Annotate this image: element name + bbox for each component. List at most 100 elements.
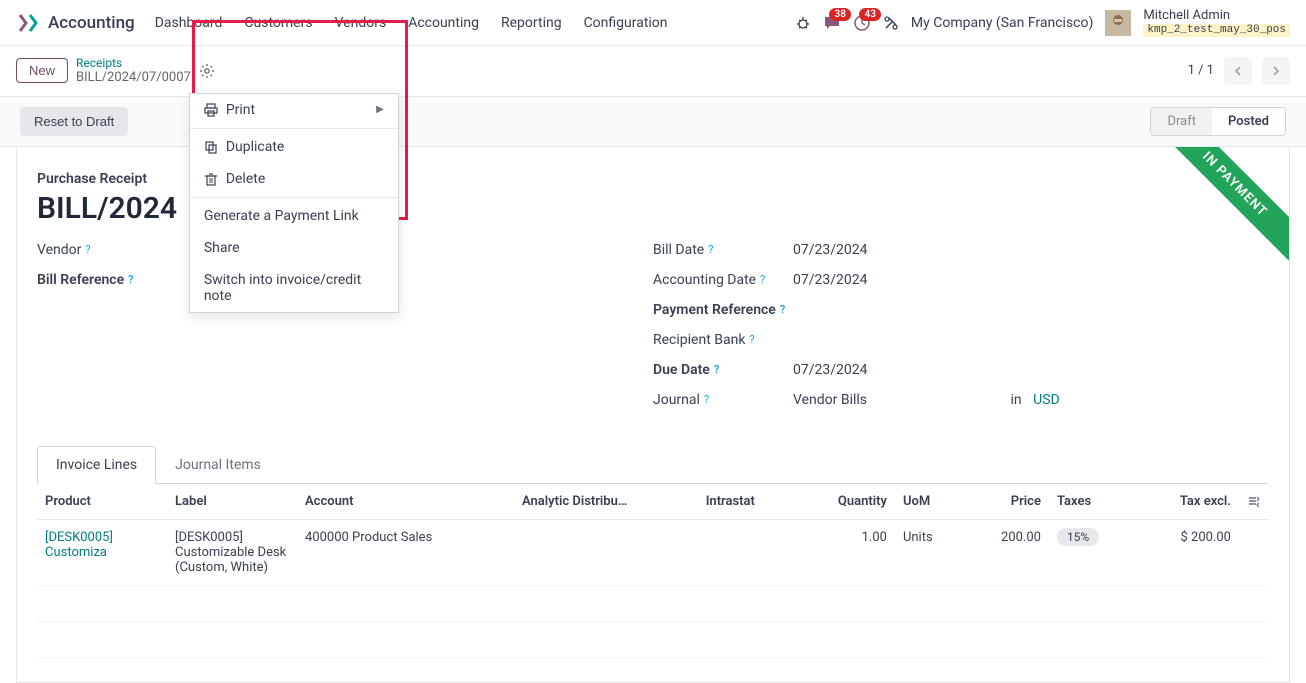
menu-share-label: Share [204,240,240,256]
menu-duplicate-label: Duplicate [226,139,285,155]
new-button[interactable]: New [16,58,68,83]
lines-table: Product Label Account Analytic Distribu…… [37,484,1269,658]
pager-text[interactable]: 1 / 1 [1188,63,1214,78]
app-title[interactable]: Accounting [48,13,135,33]
help-icon[interactable]: ? [714,363,719,376]
cell-quantity[interactable]: 1.00 [796,519,894,585]
status-bar: Draft Posted [1150,107,1286,136]
acc-date-label: Accounting Date? [653,272,793,288]
recipient-bank-label: Recipient Bank? [653,332,793,348]
tab-invoice-lines[interactable]: Invoice Lines [37,446,156,484]
acc-date-value[interactable]: 07/23/2024 [793,272,1269,288]
activities-badge: 43 [859,8,880,21]
breadcrumb-bar: New Receipts BILL/2024/07/0007 Print ▶ D… [0,46,1306,97]
menu-separator [190,128,398,129]
journal-value[interactable]: Vendor Bills in USD [793,392,1269,408]
duplicate-icon [204,140,218,154]
breadcrumb-parent[interactable]: Receipts [76,56,191,70]
empty-row [37,621,1269,657]
print-icon [204,103,218,117]
due-date-label: Due Date? [653,362,793,378]
bug-icon[interactable] [795,15,811,31]
th-label[interactable]: Label [167,484,297,520]
columns-options-icon[interactable] [1247,494,1261,508]
cell-uom[interactable]: Units [895,519,964,585]
menu-switch[interactable]: Switch into invoice/credit note [190,264,398,312]
user-name: Mitchell Admin [1143,8,1290,24]
nav-vendors[interactable]: Vendors [335,15,387,31]
help-icon[interactable]: ? [704,393,709,406]
th-intrastat[interactable]: Intrastat [698,484,797,520]
menu-delete-label: Delete [226,171,265,187]
menu-print-label: Print [226,102,255,118]
journal-label: Journal? [653,392,793,408]
company-name[interactable]: My Company (San Francisco) [911,15,1093,31]
pager-next[interactable] [1262,57,1290,85]
th-uom[interactable]: UoM [895,484,964,520]
reset-to-draft-button[interactable]: Reset to Draft [20,107,128,136]
top-nav: Accounting Dashboard Customers Vendors A… [0,0,1306,46]
chevron-right-icon: ▶ [376,104,384,115]
tab-journal-items[interactable]: Journal Items [156,446,280,483]
pager: 1 / 1 [1188,57,1290,85]
tabs: Invoice Lines Journal Items [37,446,1269,484]
help-icon[interactable]: ? [85,243,90,256]
status-draft[interactable]: Draft [1151,108,1212,135]
cell-price[interactable]: 200.00 [964,519,1049,585]
th-account[interactable]: Account [297,484,514,520]
help-icon[interactable]: ? [780,303,785,316]
menu-delete[interactable]: Delete [190,163,398,195]
activities-icon[interactable]: 43 [853,14,871,32]
nav-accounting[interactable]: Accounting [408,15,479,31]
th-quantity[interactable]: Quantity [796,484,894,520]
breadcrumb-current: BILL/2024/07/0007 [76,70,191,86]
cell-tax-excl[interactable]: $ 200.00 [1137,519,1239,585]
menu-print[interactable]: Print ▶ [190,94,398,126]
menu-separator [190,197,398,198]
pager-prev[interactable] [1224,57,1252,85]
menu-duplicate[interactable]: Duplicate [190,131,398,163]
empty-row [37,585,1269,621]
menu-payment-link[interactable]: Generate a Payment Link [190,200,398,232]
nav-configuration[interactable]: Configuration [584,15,668,31]
th-tax-excl[interactable]: Tax excl. [1137,484,1239,520]
app-logo[interactable] [16,11,40,35]
cell-intrastat[interactable] [698,519,797,585]
bill-ref-label: Bill Reference? [37,272,177,288]
menu-payment-link-label: Generate a Payment Link [204,208,359,224]
menu-switch-label: Switch into invoice/credit note [204,272,384,304]
cell-label[interactable]: [DESK0005] Customizable Desk (Custom, Wh… [167,519,297,585]
vendor-label: Vendor? [37,242,177,258]
th-price[interactable]: Price [964,484,1049,520]
currency[interactable]: USD [1033,392,1060,408]
nav-customers[interactable]: Customers [244,15,312,31]
cell-account[interactable]: 400000 Product Sales [297,519,514,585]
help-icon[interactable]: ? [749,333,754,346]
status-posted[interactable]: Posted [1212,108,1285,135]
trash-icon [204,172,218,186]
bill-date-label: Bill Date? [653,242,793,258]
product-link[interactable]: [DESK0005] Customiza [45,530,113,560]
due-date-value[interactable]: 07/23/2024 [793,362,1269,378]
nav-menu: Dashboard Customers Vendors Accounting R… [155,15,668,31]
help-icon[interactable]: ? [128,273,133,286]
menu-share[interactable]: Share [190,232,398,264]
help-icon[interactable]: ? [708,243,713,256]
messages-icon[interactable]: 38 [823,14,841,32]
gear-icon[interactable] [195,59,219,83]
nav-reporting[interactable]: Reporting [501,15,562,31]
avatar[interactable] [1105,10,1131,36]
tools-icon[interactable] [883,15,899,31]
cell-taxes[interactable]: 15% [1049,519,1137,585]
cell-analytic[interactable] [514,519,698,585]
user-db: kmp_2_test_may_30_pos [1143,24,1290,37]
th-taxes[interactable]: Taxes [1049,484,1137,520]
user-block[interactable]: Mitchell Admin kmp_2_test_may_30_pos [1143,8,1290,37]
help-icon[interactable]: ? [760,273,765,286]
th-analytic[interactable]: Analytic Distribu… [514,484,698,520]
table-row[interactable]: [DESK0005] Customiza [DESK0005] Customiz… [37,519,1269,585]
nav-dashboard[interactable]: Dashboard [155,15,223,31]
bill-date-value[interactable]: 07/23/2024 [793,242,1269,258]
th-product[interactable]: Product [37,484,167,520]
gear-dropdown: Print ▶ Duplicate Delete Generate a Paym… [189,93,399,313]
